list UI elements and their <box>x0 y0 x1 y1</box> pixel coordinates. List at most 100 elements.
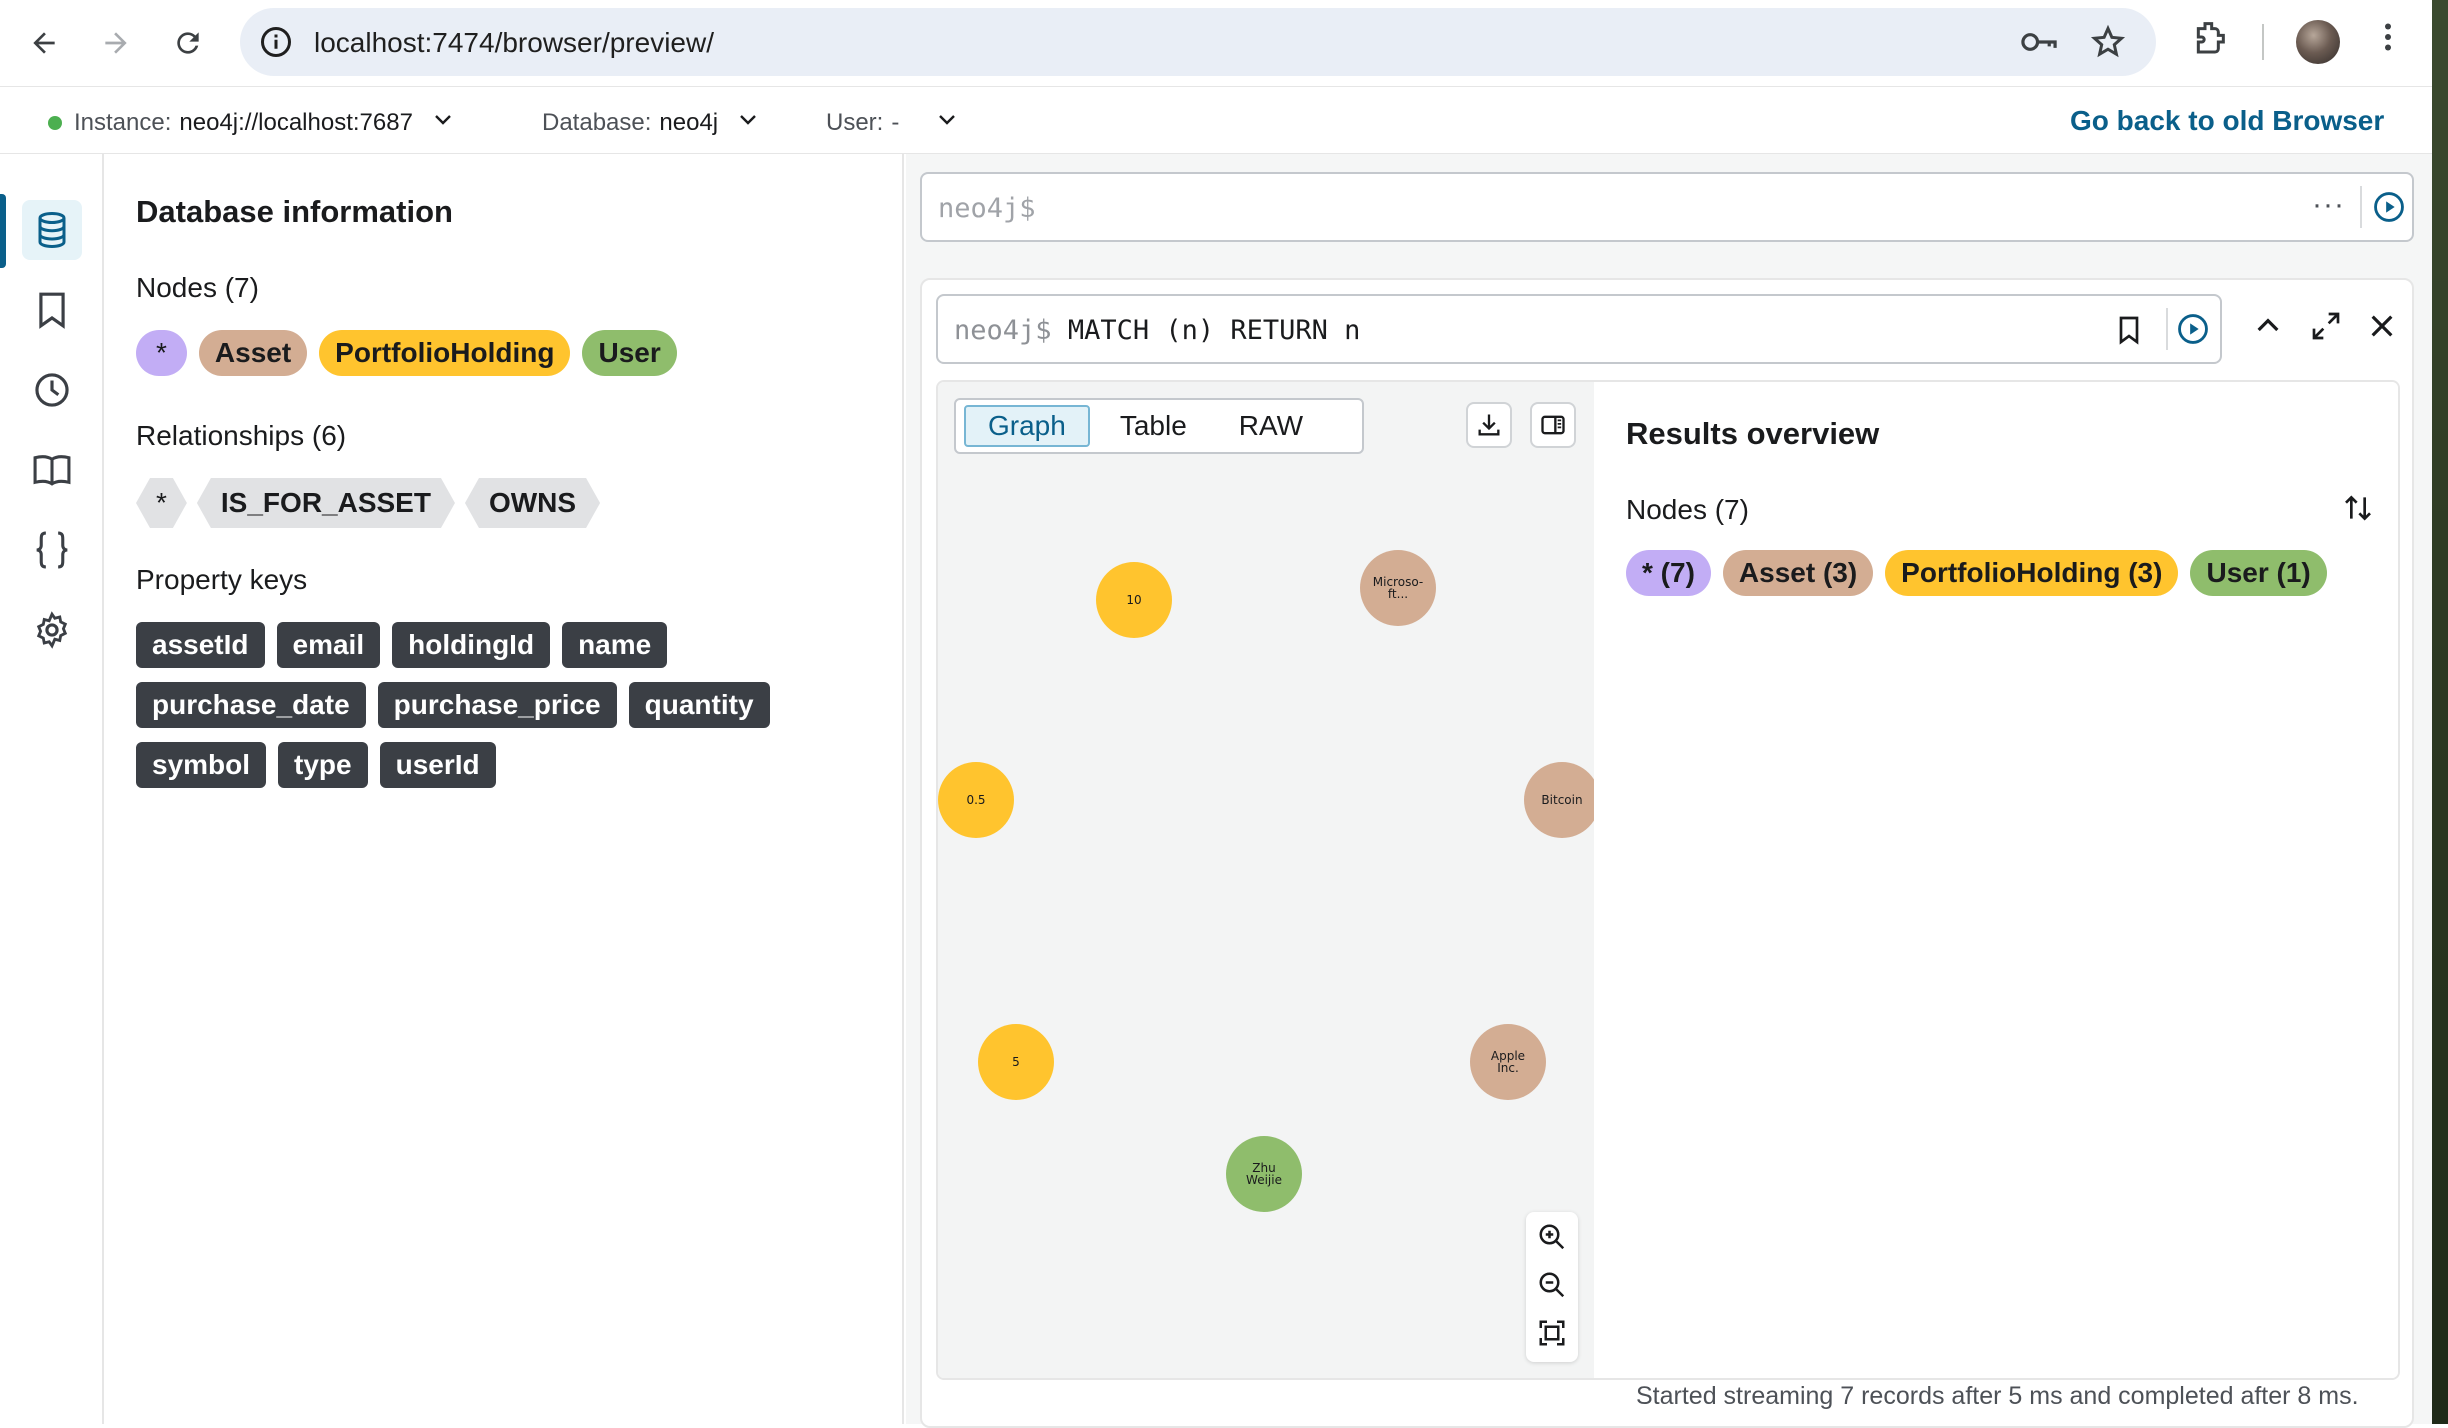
overview-chip[interactable]: * (7) <box>1626 550 1711 596</box>
braces-icon[interactable] <box>22 520 82 580</box>
zoom-in-icon[interactable] <box>1537 1222 1567 1252</box>
chevron-down-icon <box>736 107 760 138</box>
zoom-out-icon[interactable] <box>1537 1270 1567 1300</box>
user-selector[interactable]: User: - <box>826 107 959 138</box>
app-header: Instance: neo4j://localhost:7687 Databas… <box>0 86 2432 154</box>
profile-avatar[interactable] <box>2296 20 2340 64</box>
query-editor[interactable]: neo4j$ ··· <box>920 172 2414 242</box>
overview-chip[interactable]: User (1) <box>2190 550 2327 596</box>
overview-label-list: * (7) Asset (3) PortfolioHolding (3) Use… <box>1626 550 2327 596</box>
property-key-chip[interactable]: holdingId <box>392 622 551 668</box>
property-key-list: assetId email holdingId name purchase_da… <box>136 622 836 788</box>
zoom-controls <box>1526 1212 1578 1362</box>
node-label-chip[interactable]: Asset <box>198 330 308 376</box>
more-options-icon[interactable]: ··· <box>2312 188 2345 222</box>
user-value: - <box>891 108 900 136</box>
graph-node[interactable]: Zhu Weijie <box>1226 1136 1302 1212</box>
connection-status-dot <box>48 115 62 130</box>
sort-icon[interactable] <box>2342 492 2374 529</box>
rerun-query-icon[interactable] <box>2176 312 2210 351</box>
property-key-chip[interactable]: purchase_date <box>136 682 366 728</box>
node-label-chip[interactable]: PortfolioHolding <box>319 330 571 376</box>
reload-icon[interactable] <box>162 17 214 69</box>
graph-node[interactable]: Microso- ft... <box>1360 550 1436 626</box>
instance-value: neo4j://localhost:7687 <box>179 108 413 136</box>
property-key-chip[interactable]: type <box>278 742 368 788</box>
key-icon[interactable] <box>2020 24 2058 65</box>
menu-kebab-icon[interactable] <box>2370 17 2406 62</box>
result-view: Graph Table RAW 10 Microso- ft... 0.5 Bi… <box>936 380 2400 1380</box>
run-query-icon[interactable] <box>2372 190 2406 229</box>
property-key-chip[interactable]: symbol <box>136 742 267 788</box>
property-keys-title: Property keys <box>136 564 308 595</box>
book-icon[interactable] <box>22 440 82 500</box>
tab-raw[interactable]: RAW <box>1217 405 1325 447</box>
database-label: Database: <box>542 108 652 136</box>
node-label-chip[interactable]: User <box>582 330 677 376</box>
property-key-chip[interactable]: quantity <box>628 682 770 728</box>
window-edge <box>2432 0 2448 1424</box>
toolbar-divider <box>2262 24 2264 60</box>
address-bar[interactable]: localhost:7474/browser/preview/ <box>240 8 2156 76</box>
result-frame: neo4j$ MATCH (n) RETURN n Graph Table RA… <box>920 278 2414 1428</box>
frame-divider <box>2166 308 2168 350</box>
nodes-title: Nodes (7) <box>136 272 259 303</box>
node-label-chip[interactable]: * <box>136 330 187 376</box>
relationship-type-chip[interactable]: IS_FOR_ASSET <box>197 478 455 528</box>
toggle-panel-icon[interactable] <box>1530 402 1576 448</box>
instance-selector[interactable]: Instance: neo4j://localhost:7687 <box>48 107 455 138</box>
status-message: Started streaming 7 records after 5 ms a… <box>1636 1382 2359 1410</box>
tab-table[interactable]: Table <box>1098 405 1209 447</box>
frame-query: MATCH (n) RETURN n <box>1067 315 1361 346</box>
relationship-type-chip[interactable]: OWNS <box>465 478 600 528</box>
close-icon[interactable] <box>2366 310 2398 347</box>
tab-graph[interactable]: Graph <box>964 405 1090 447</box>
graph-node[interactable]: 10 <box>1096 562 1172 638</box>
property-key-chip[interactable]: name <box>562 622 668 668</box>
view-tabs: Graph Table RAW <box>954 398 1364 454</box>
fullscreen-icon[interactable] <box>2310 310 2342 347</box>
history-icon[interactable] <box>22 360 82 420</box>
collapse-icon[interactable] <box>2252 310 2284 347</box>
property-key-chip[interactable]: userId <box>379 742 496 788</box>
user-label: User: <box>826 108 884 136</box>
download-icon[interactable] <box>1466 402 1512 448</box>
site-info-icon[interactable] <box>258 24 294 65</box>
settings-icon[interactable] <box>22 600 82 660</box>
database-selector[interactable]: Database: neo4j <box>542 107 760 138</box>
property-key-chip[interactable]: email <box>276 622 381 668</box>
fit-to-screen-icon[interactable] <box>1537 1318 1567 1348</box>
extensions-icon[interactable] <box>2190 17 2230 62</box>
main-area: neo4j$ ··· neo4j$ MATCH (n) RETURN n Gra… <box>906 154 2432 1428</box>
forward-icon[interactable] <box>90 17 142 69</box>
overview-chip[interactable]: PortfolioHolding (3) <box>1885 550 2179 596</box>
graph-node[interactable]: Apple Inc. <box>1470 1024 1546 1100</box>
graph-node[interactable]: 5 <box>978 1024 1054 1100</box>
relationship-type-chip[interactable]: * <box>136 478 187 528</box>
panel-title: Database information <box>136 194 453 229</box>
sidebar <box>0 154 104 1424</box>
property-key-chip[interactable]: purchase_price <box>377 682 617 728</box>
relationship-type-list: * IS_FOR_ASSET OWNS <box>136 478 600 528</box>
database-info-panel: Database information Nodes (7) * Asset P… <box>104 154 904 1424</box>
overview-title: Results overview <box>1626 416 1880 451</box>
graph-canvas[interactable]: Graph Table RAW 10 Microso- ft... 0.5 Bi… <box>938 382 1600 1378</box>
bookmark-icon[interactable] <box>22 280 82 340</box>
star-icon[interactable] <box>2090 24 2126 65</box>
bookmark-icon[interactable] <box>2114 314 2144 351</box>
back-icon[interactable] <box>18 17 70 69</box>
go-back-link[interactable]: Go back to old Browser <box>2070 105 2384 137</box>
frame-query-bar[interactable]: neo4j$ MATCH (n) RETURN n <box>936 294 2222 364</box>
database-icon[interactable] <box>22 200 82 260</box>
database-value: neo4j <box>659 108 719 136</box>
overview-nodes-title: Nodes (7) <box>1626 494 1749 525</box>
frame-prompt: neo4j$ <box>954 315 1052 346</box>
results-overview-panel: Results overview Nodes (7) * (7) Asset (… <box>1594 382 2398 1378</box>
graph-node[interactable]: 0.5 <box>938 762 1014 838</box>
chevron-down-icon <box>431 107 455 138</box>
graph-node[interactable]: Bitcoin <box>1524 762 1600 838</box>
overview-chip[interactable]: Asset (3) <box>1722 550 1874 596</box>
node-label-list: * Asset PortfolioHolding User <box>136 330 677 376</box>
active-indicator <box>0 194 6 268</box>
property-key-chip[interactable]: assetId <box>136 622 265 668</box>
